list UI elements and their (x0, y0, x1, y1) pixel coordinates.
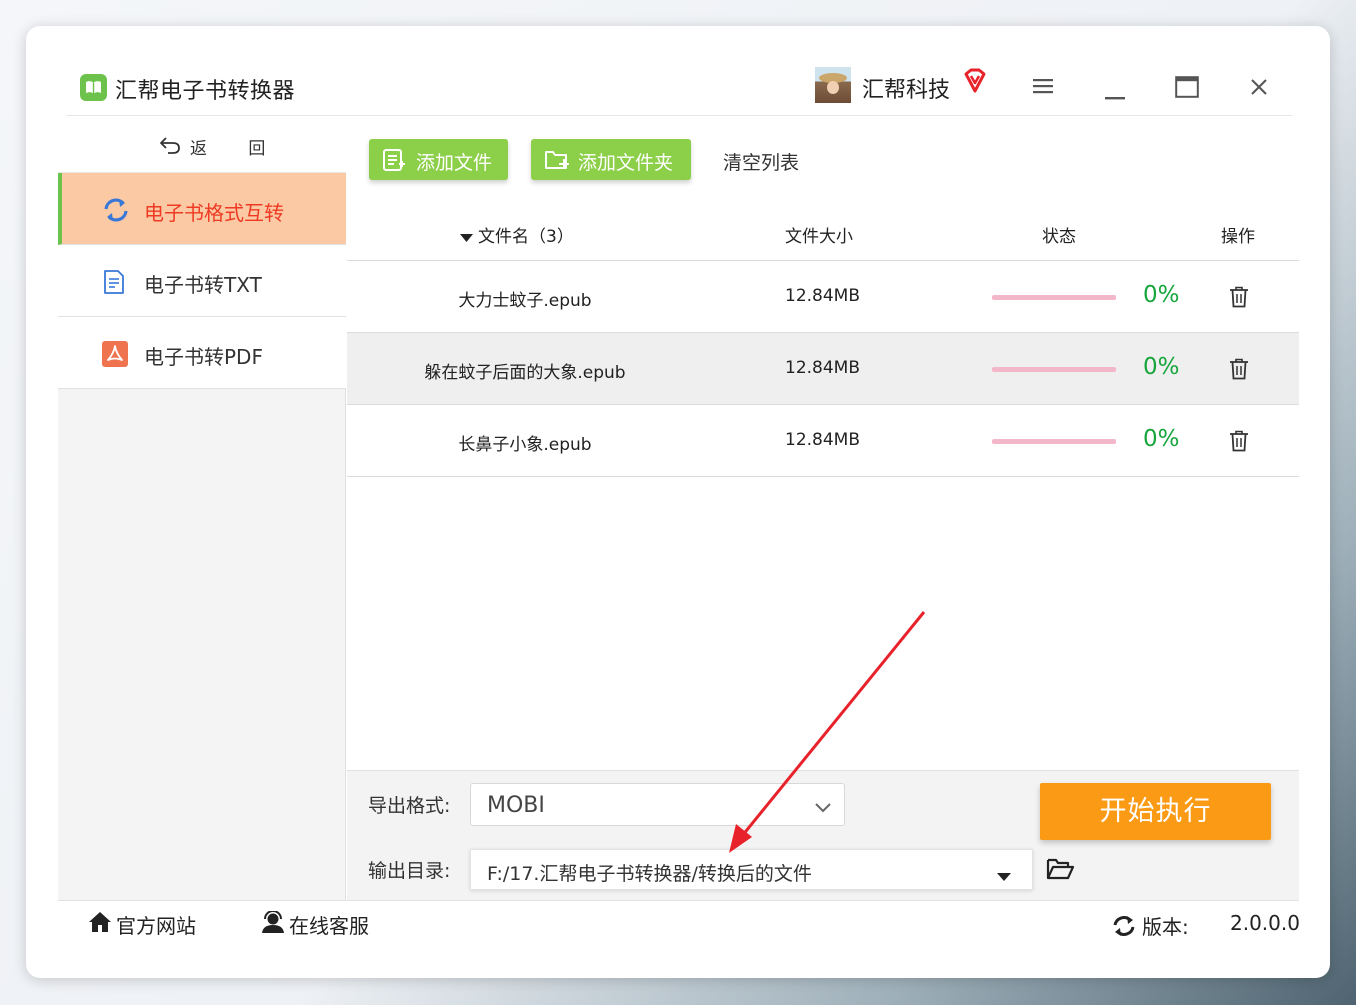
format-value: MOBI (487, 793, 545, 818)
folder-open-icon[interactable] (1046, 857, 1075, 885)
add-file-label: 添加文件 (416, 152, 493, 174)
user-name[interactable]: 汇帮科技 (862, 72, 950, 104)
file-size: 12.84MB (785, 430, 860, 450)
refresh-icon (1112, 915, 1136, 942)
online-support-label: 在线客服 (289, 914, 369, 938)
app-window: 汇帮电子书转换器 汇帮科技 返 回 电子书格式互转 电子书转TXT 电子书转PD… (26, 26, 1330, 978)
file-name: 长鼻子小象.epub (458, 435, 592, 455)
trash-icon[interactable] (1229, 358, 1249, 384)
add-file-icon (382, 148, 406, 177)
home-icon (88, 911, 112, 938)
close-icon[interactable] (1250, 78, 1268, 100)
clear-list-button[interactable]: 清空列表 (723, 148, 799, 175)
sidebar-item-to-pdf[interactable]: 电子书转PDF (58, 317, 346, 389)
official-website-label: 官方网站 (116, 914, 196, 938)
avatar[interactable] (815, 67, 851, 103)
add-folder-button[interactable]: 添加文件夹 (531, 139, 691, 180)
table-row[interactable]: 长鼻子小象.epub 12.84MB 0% (347, 405, 1299, 477)
pdf-icon (102, 341, 128, 371)
output-dir-label: 输出目录: (368, 860, 451, 882)
file-name: 大力士蚊子.epub (458, 291, 592, 311)
version-label: 版本: (1142, 915, 1189, 939)
column-header-status: 状态 (1042, 227, 1076, 247)
file-list-empty-area[interactable] (347, 477, 1299, 771)
format-select[interactable]: MOBI (470, 783, 845, 826)
maximize-icon[interactable] (1175, 76, 1199, 102)
refresh-icon (102, 197, 130, 227)
sidebar-item-label: 电子书转PDF (144, 345, 263, 369)
progress-percent: 0% (1143, 282, 1180, 308)
sidebar: 返 回 电子书格式互转 电子书转TXT 电子书转PDF (58, 116, 346, 900)
table-row[interactable]: 大力士蚊子.epub 12.84MB 0% (347, 261, 1299, 333)
column-header-name[interactable]: 文件名（3） (478, 222, 574, 247)
title-bar: 汇帮电子书转换器 汇帮科技 (26, 26, 1330, 116)
app-title: 汇帮电子书转换器 (115, 79, 296, 104)
document-icon (102, 269, 126, 299)
footer-bar: 官方网站 在线客服 版本: 2.0.0.0 (58, 900, 1300, 948)
vip-diamond-icon[interactable] (962, 68, 988, 98)
progress-percent: 0% (1143, 354, 1180, 380)
trash-icon[interactable] (1229, 286, 1249, 312)
customer-service-icon (261, 910, 285, 938)
add-folder-label: 添加文件夹 (578, 152, 674, 174)
column-header-action: 操作 (1221, 227, 1255, 247)
undo-arrow-icon (159, 135, 181, 159)
file-size: 12.84MB (785, 358, 860, 378)
output-dir-value: F:/17.汇帮电子书转换器/转换后的文件 (487, 863, 812, 885)
sidebar-item-format-convert[interactable]: 电子书格式互转 (58, 173, 346, 245)
format-label: 导出格式: (368, 795, 451, 817)
minimize-icon[interactable] (1105, 86, 1125, 105)
file-size: 12.84MB (785, 286, 860, 306)
file-name: 躲在蚊子后面的大象.epub (424, 363, 626, 383)
progress-bar (992, 439, 1116, 444)
progress-bar (992, 295, 1116, 300)
sidebar-item-label: 电子书格式互转 (144, 201, 284, 225)
caret-down-icon[interactable] (997, 866, 1011, 885)
add-folder-icon (544, 148, 570, 177)
book-icon (80, 74, 107, 101)
sidebar-item-to-txt[interactable]: 电子书转TXT (58, 245, 346, 317)
back-label: 返 回 (190, 139, 284, 159)
trash-icon[interactable] (1229, 430, 1249, 456)
menu-icon[interactable] (1033, 78, 1053, 98)
table-row[interactable]: 躲在蚊子后面的大象.epub 12.84MB 0% (347, 333, 1299, 405)
chevron-down-icon (815, 798, 831, 817)
column-header-size[interactable]: 文件大小 (785, 222, 853, 247)
start-button[interactable]: 开始执行 (1040, 783, 1271, 840)
output-dir-select[interactable]: F:/17.汇帮电子书转换器/转换后的文件 (470, 849, 1033, 890)
file-table-header: 文件名（3） 文件大小 状态 操作 (347, 206, 1299, 261)
add-file-button[interactable]: 添加文件 (369, 139, 508, 180)
sort-down-icon[interactable] (460, 228, 473, 247)
back-button[interactable]: 返 回 (58, 116, 346, 173)
sidebar-item-label: 电子书转TXT (144, 273, 262, 297)
version-value: 2.0.0.0 (1230, 911, 1300, 935)
output-settings-panel: 导出格式: MOBI 输出目录: F:/17.汇帮电子书转换器/转换后的文件 开… (347, 770, 1299, 900)
progress-percent: 0% (1143, 426, 1180, 452)
progress-bar (992, 367, 1116, 372)
